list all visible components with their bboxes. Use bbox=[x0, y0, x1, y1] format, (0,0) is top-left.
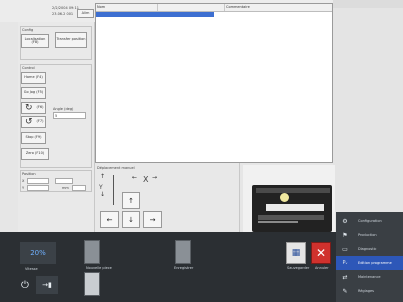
arrow-right-icon: → bbox=[149, 215, 156, 224]
jog-left-button[interactable]: ← bbox=[100, 211, 119, 228]
rotate-cw-button[interactable]: ↻ (F6) bbox=[21, 102, 46, 114]
right-nav: ⚙ Configuration ⚑ Production ▭ Diagnosti… bbox=[336, 212, 403, 302]
camera-image bbox=[252, 185, 332, 232]
pos-z-field[interactable] bbox=[55, 178, 73, 184]
close-icon: ✕ bbox=[315, 246, 327, 260]
jog-up-button[interactable]: ↑ bbox=[122, 192, 140, 209]
rotate-ccw-icon: ↺ bbox=[25, 116, 33, 127]
save-icon: ▦ bbox=[291, 248, 301, 258]
arrow-left-icon: ← bbox=[106, 215, 113, 224]
cancel-label: Annuler bbox=[315, 266, 329, 270]
power-button[interactable]: ⏻ bbox=[18, 278, 32, 292]
position-title: Position bbox=[22, 172, 36, 176]
nav-item-diagnostic[interactable]: ▭ Diagnostic bbox=[336, 242, 403, 256]
header-info-line2: 23.06.2 001 bbox=[52, 12, 74, 16]
nav-label-configuration: Configuration bbox=[358, 219, 382, 223]
table-header: Nom Commentaire bbox=[96, 4, 332, 12]
nav-item-program[interactable]: Pᵥ Edition programme bbox=[336, 256, 403, 270]
transfer-position-button[interactable]: Transfer position bbox=[55, 32, 87, 48]
rotate-cw-icon: ↻ bbox=[25, 102, 33, 113]
arrow-down-icon: ↓ bbox=[128, 215, 134, 224]
pos-x-field[interactable] bbox=[27, 178, 49, 184]
pos-y-label: Y bbox=[22, 186, 25, 190]
jog-button[interactable]: Go Jog (F5) bbox=[21, 87, 46, 99]
y-axis-line bbox=[113, 175, 114, 205]
header-button[interactable]: Alim bbox=[77, 9, 94, 18]
program-icon: Pᵥ bbox=[342, 260, 348, 266]
right-panel bbox=[333, 0, 403, 232]
flag-icon: ⚑ bbox=[342, 231, 348, 239]
tools-icon: ⇄ bbox=[342, 273, 348, 281]
document-tile[interactable] bbox=[84, 272, 100, 296]
column-header-comment[interactable]: Commentaire bbox=[225, 4, 332, 11]
save-button[interactable]: ▦ bbox=[286, 242, 306, 264]
jog-right-button[interactable]: → bbox=[143, 211, 162, 228]
y-arrow-down-icon: ↓ bbox=[100, 191, 106, 198]
x-arrow-left-icon: ← bbox=[132, 174, 138, 181]
nav-label-maintenance: Maintenance bbox=[358, 275, 381, 279]
nav-item-maintenance[interactable]: ⇄ Maintenance bbox=[336, 270, 403, 284]
step-input[interactable]: 5 bbox=[53, 112, 86, 119]
jog-y-label: Y bbox=[99, 184, 103, 191]
nav-label-production: Production bbox=[358, 233, 377, 237]
pos-y-field[interactable] bbox=[27, 185, 49, 191]
save-label: Sauvegarder bbox=[287, 266, 310, 270]
arrow-up-icon: ↑ bbox=[128, 196, 134, 205]
nav-item-configuration[interactable]: ⚙ Configuration bbox=[336, 214, 403, 228]
register-label: Enregistrer bbox=[174, 266, 194, 270]
export-icon: →▮ bbox=[42, 281, 52, 289]
new-part-label: Nouvelle piece bbox=[86, 266, 112, 270]
rotate-cw-label: (F6) bbox=[36, 105, 44, 110]
register-tile[interactable] bbox=[175, 240, 191, 264]
zoom-label: Vitesse bbox=[25, 267, 38, 271]
stop-button[interactable]: Stop (F9) bbox=[21, 132, 46, 144]
table-row[interactable] bbox=[96, 12, 214, 17]
cancel-button[interactable]: ✕ bbox=[311, 242, 331, 264]
step-label: Angle (deg) bbox=[53, 107, 74, 111]
config-title: Config bbox=[22, 28, 34, 32]
y-arrow-up-icon: ↑ bbox=[100, 173, 106, 180]
export-button[interactable]: →▮ bbox=[36, 276, 58, 294]
zoom-control[interactable]: 20% bbox=[20, 242, 56, 264]
localisation-button[interactable]: Localisation (F8) bbox=[21, 34, 49, 48]
column-header-name[interactable]: Nom bbox=[96, 4, 158, 11]
x-arrow-right-icon: → bbox=[152, 174, 158, 181]
jog-x-label: X bbox=[143, 175, 149, 184]
power-icon: ⏻ bbox=[21, 279, 29, 291]
control-title: Control bbox=[22, 66, 35, 70]
zero-button[interactable]: Zero (F10) bbox=[21, 148, 49, 160]
gear-icon: ⚙ bbox=[342, 217, 348, 225]
jog-title: Déplacement manuel bbox=[97, 166, 135, 170]
monitor-icon: ▭ bbox=[342, 245, 348, 253]
nav-label-program: Edition programme bbox=[358, 261, 392, 265]
home-button[interactable]: Home (F4) bbox=[21, 72, 46, 84]
jog-down-button[interactable]: ↓ bbox=[122, 211, 140, 228]
rotate-ccw-label: (F7) bbox=[36, 119, 44, 124]
nav-label-diagnostic: Diagnostic bbox=[358, 247, 377, 251]
column-header-middle[interactable] bbox=[158, 4, 225, 11]
table-panel bbox=[95, 3, 333, 163]
nav-item-production[interactable]: ⚑ Production bbox=[336, 228, 403, 242]
top-right-strip bbox=[333, 0, 403, 8]
pos-extra-field[interactable] bbox=[72, 185, 86, 191]
rotate-ccw-button[interactable]: ↺ (F7) bbox=[21, 116, 46, 128]
wrench-icon: ✎ bbox=[342, 287, 348, 295]
nav-label-settings: Réglages bbox=[358, 289, 374, 293]
zoom-value: 20% bbox=[30, 249, 46, 257]
pos-x-label: X bbox=[22, 179, 25, 183]
header-info-line1: 2/2/2004 09:11 bbox=[52, 6, 79, 10]
nav-item-settings[interactable]: ✎ Réglages bbox=[336, 284, 403, 298]
pos-unit: mm bbox=[62, 186, 69, 190]
step-value: 5 bbox=[55, 114, 58, 118]
new-part-tile[interactable] bbox=[84, 240, 100, 264]
